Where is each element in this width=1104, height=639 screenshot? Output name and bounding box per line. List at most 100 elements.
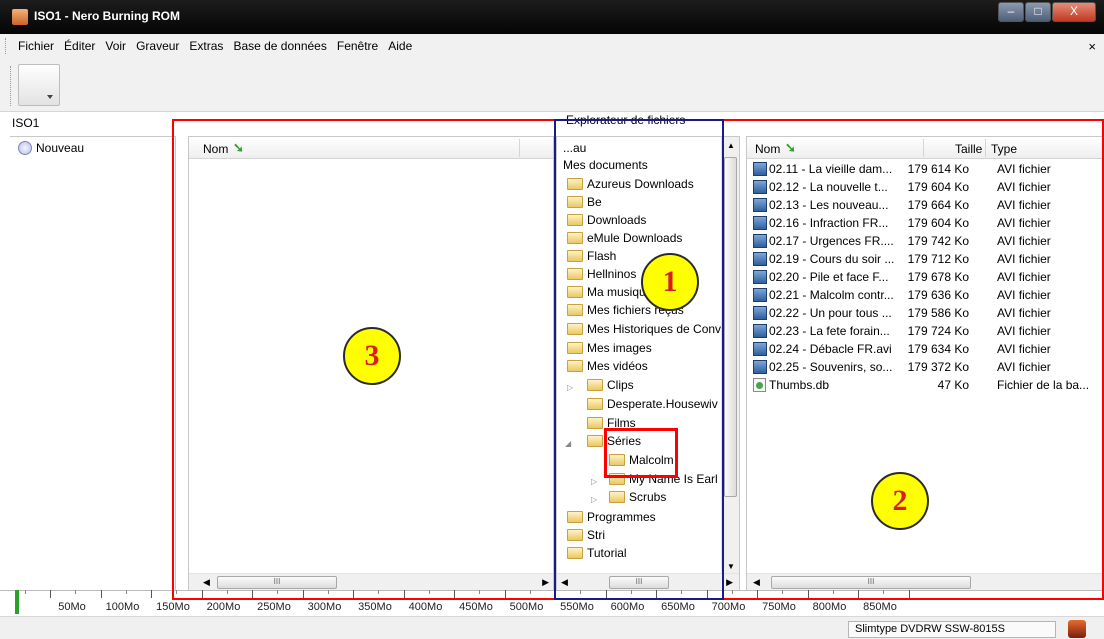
scroll-up-icon[interactable]: ▲	[727, 141, 735, 150]
file-size: 179 678 Ko	[907, 270, 969, 284]
menu-extras[interactable]: Extras	[189, 39, 223, 53]
tree-item-azureus[interactable]: Azureus Downloads	[567, 177, 694, 191]
nero-app-icon	[12, 9, 28, 25]
column-type-header[interactable]: Type	[991, 142, 1017, 156]
tree-item-my-name-is-earl[interactable]: My Name Is Earl	[609, 472, 718, 486]
file-row[interactable]: 02.20 - Pile et face F... 179 678 Ko AVI…	[753, 269, 1103, 287]
folder-icon	[567, 196, 583, 208]
tree-item-tutorial[interactable]: Tutorial	[567, 546, 627, 560]
tree-item-downloads[interactable]: Downloads	[567, 213, 646, 227]
file-list-hscroll[interactable]: ◀ III	[747, 573, 1103, 591]
menu-fichier[interactable]: Fichier	[18, 39, 54, 53]
maximize-button[interactable]: □	[1025, 2, 1051, 22]
file-row[interactable]: 02.11 - La vieille dam... 179 614 Ko AVI…	[753, 161, 1103, 179]
file-row[interactable]: 02.22 - Un pour tous ... 179 586 Ko AVI …	[753, 305, 1103, 323]
tree-item-clips[interactable]: Clips	[587, 378, 634, 392]
file-row[interactable]: 02.21 - Malcolm contr... 179 636 Ko AVI …	[753, 287, 1103, 305]
file-row[interactable]: 02.19 - Cours du soir ... 179 712 Ko AVI…	[753, 251, 1103, 269]
scroll-thumb[interactable]: III	[609, 576, 669, 589]
compilation-hscroll[interactable]: ◀ III ▶	[189, 573, 553, 591]
file-size: 179 724 Ko	[907, 324, 969, 338]
file-name: 02.17 - Urgences FR....	[769, 234, 894, 248]
scroll-right-icon[interactable]: ▶	[542, 577, 549, 588]
column-separator[interactable]	[519, 139, 520, 157]
column-separator[interactable]	[923, 139, 924, 157]
toolbar	[0, 58, 1104, 112]
file-size: 179 712 Ko	[907, 252, 969, 266]
new-compilation-button[interactable]	[18, 64, 60, 106]
menu-fenetre[interactable]: Fenêtre	[337, 39, 378, 53]
file-row[interactable]: Thumbs.db 47 Ko Fichier de la ba...	[753, 377, 1103, 395]
tree-item-films[interactable]: Films	[587, 416, 636, 430]
file-row[interactable]: 02.24 - Débacle FR.avi 179 634 Ko AVI fi…	[753, 341, 1103, 359]
file-row[interactable]: 02.12 - La nouvelle t... 179 604 Ko AVI …	[753, 179, 1103, 197]
file-row[interactable]: 02.16 - Infraction FR... 179 604 Ko AVI …	[753, 215, 1103, 233]
file-name: 02.25 - Souvenirs, so...	[769, 360, 893, 374]
tree-item-stri[interactable]: Stri	[567, 528, 605, 542]
menu-base-de-donnees[interactable]: Base de données	[233, 39, 326, 53]
close-button[interactable]: X	[1052, 2, 1096, 22]
file-name: 02.20 - Pile et face F...	[769, 270, 889, 284]
tree-item-label: Séries	[607, 434, 642, 448]
expand-arrow-icon[interactable]: ▷	[591, 477, 597, 486]
toolbar-grip[interactable]	[10, 66, 13, 106]
menu-close-icon[interactable]: ×	[1088, 39, 1096, 54]
expand-arrow-icon[interactable]: ▷	[591, 495, 597, 504]
ruler-label: 100Mo	[105, 601, 140, 613]
tree-item-ma-musique[interactable]: Ma musique	[567, 285, 652, 299]
tree-item-mes-documents[interactable]: Mes documents	[563, 158, 648, 172]
column-size-header[interactable]: Taille	[955, 142, 982, 156]
folder-tree-hscroll[interactable]: ◀ III ▶	[557, 573, 739, 591]
tree-item-root[interactable]: ...au	[563, 141, 586, 155]
scroll-thumb[interactable]: III	[217, 576, 337, 589]
file-size: 179 664 Ko	[907, 198, 969, 212]
tree-item-mes-videos[interactable]: Mes vidéos	[567, 359, 648, 373]
tree-item-desperate-housewives[interactable]: Desperate.Housewiv	[587, 397, 718, 411]
column-name-header[interactable]: Nom	[203, 142, 228, 156]
file-row[interactable]: 02.25 - Souvenirs, so... 179 372 Ko AVI …	[753, 359, 1103, 377]
collapse-arrow-icon[interactable]: ◢	[565, 439, 571, 448]
ruler-minor-tick	[75, 590, 77, 594]
database-file-icon	[753, 378, 766, 392]
ruler-minor-tick	[24, 590, 26, 594]
minimize-button[interactable]: –	[998, 2, 1024, 22]
tree-item-scrubs[interactable]: Scrubs	[609, 490, 666, 504]
ruler-label: 750Mo	[762, 601, 796, 613]
tree-item-label: My Name Is Earl	[629, 472, 718, 486]
tree-item-emule[interactable]: eMule Downloads	[567, 231, 682, 245]
file-size: 179 604 Ko	[907, 180, 969, 194]
tree-item-be[interactable]: Be	[567, 195, 602, 209]
tree-item-mes-historiques[interactable]: Mes Historiques de Conv	[567, 322, 721, 336]
scroll-thumb[interactable]: III	[771, 576, 971, 589]
menu-editer[interactable]: Éditer	[64, 39, 95, 53]
scroll-left-icon[interactable]: ◀	[203, 577, 210, 588]
menu-aide[interactable]: Aide	[388, 39, 412, 53]
burn-icon[interactable]	[1068, 620, 1086, 638]
file-row[interactable]: 02.23 - La fete forain... 179 724 Ko AVI…	[753, 323, 1103, 341]
scroll-down-icon[interactable]: ▼	[727, 562, 735, 571]
tree-item-malcolm[interactable]: Malcolm	[609, 453, 674, 467]
file-size: 179 614 Ko	[907, 162, 969, 176]
file-name: 02.22 - Un pour tous ...	[769, 306, 892, 320]
tree-item-series[interactable]: Séries	[587, 434, 641, 448]
folder-tree-vscroll[interactable]: ▲ ▼	[721, 137, 739, 573]
tree-item-flash[interactable]: Flash	[567, 249, 616, 263]
tree-item-mes-images[interactable]: Mes images	[567, 341, 652, 355]
tree-item-hellninos[interactable]: Hellninos	[567, 267, 636, 281]
drive-selector[interactable]: Slimtype DVDRW SSW-8015S	[848, 621, 1056, 638]
column-separator[interactable]	[985, 139, 986, 157]
scroll-left-icon[interactable]: ◀	[753, 577, 760, 588]
file-row[interactable]: 02.13 - Les nouveau... 179 664 Ko AVI fi…	[753, 197, 1103, 215]
document-tab-label[interactable]: ISO1	[12, 116, 39, 130]
file-row[interactable]: 02.17 - Urgences FR.... 179 742 Ko AVI f…	[753, 233, 1103, 251]
expand-arrow-icon[interactable]: ▷	[567, 383, 573, 392]
menu-grip[interactable]	[5, 38, 8, 54]
menu-voir[interactable]: Voir	[105, 39, 126, 53]
menu-graveur[interactable]: Graveur	[136, 39, 179, 53]
column-name-header[interactable]: Nom	[755, 142, 780, 156]
tree-item-programmes[interactable]: Programmes	[567, 510, 656, 524]
scroll-thumb[interactable]	[724, 157, 737, 497]
scroll-right-icon[interactable]: ▶	[726, 577, 733, 588]
new-compilation-item[interactable]: Nouveau	[18, 141, 84, 155]
scroll-left-icon[interactable]: ◀	[561, 577, 568, 588]
